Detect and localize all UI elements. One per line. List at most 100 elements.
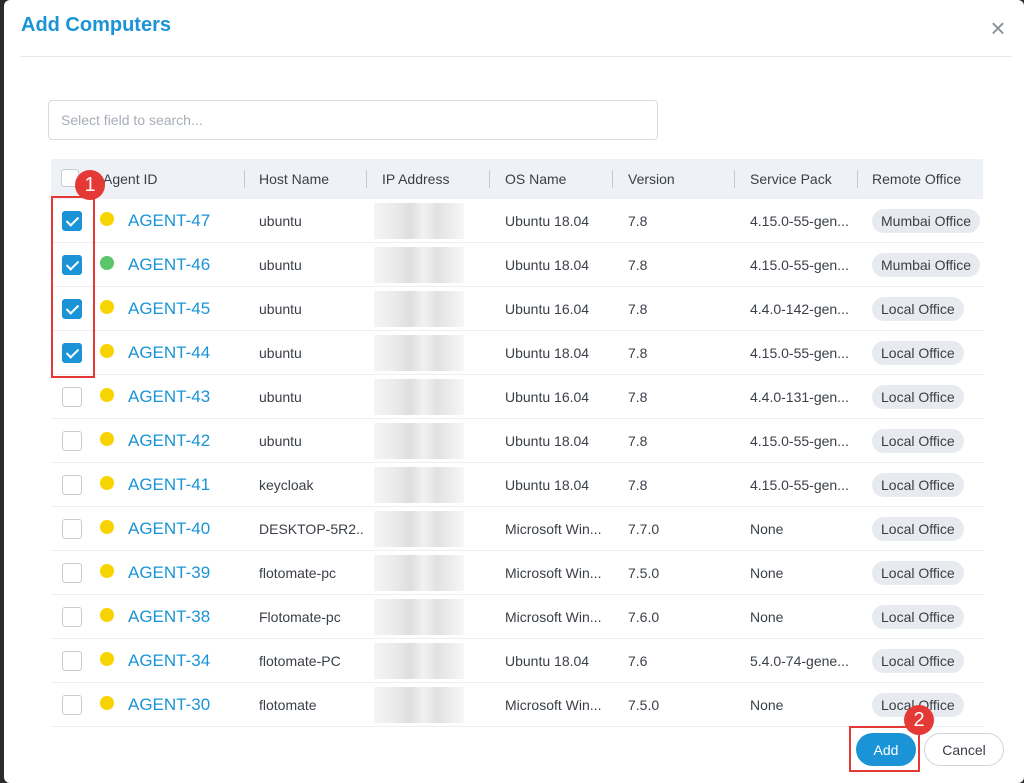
status-dot-icon [100,300,114,314]
agent-id-link[interactable]: AGENT-30 [128,683,210,727]
service-pack-cell: 4.4.0-131-gen... [750,389,849,405]
cancel-button[interactable]: Cancel [924,733,1004,766]
os-name-cell: Ubuntu 18.04 [505,477,590,493]
table-row[interactable]: AGENT-47 ubuntu Ubuntu 18.04 7.8 4.15.0-55-g… [51,199,983,243]
status-dot-icon [100,696,114,710]
col-os-name[interactable]: OS Name [505,159,566,199]
agent-id-link[interactable]: AGENT-39 [128,551,210,595]
version-cell: 7.8 [628,345,648,361]
host-name-cell: ubuntu [259,257,302,273]
table-body: AGENT-47 ubuntu Ubuntu 18.04 7.8 4.15.0-55-g… [51,199,983,727]
status-dot-icon [100,212,114,226]
table-row[interactable]: AGENT-30 flotomate Microsoft Win... 7.5.0 No… [51,683,983,727]
agent-id-link[interactable]: AGENT-47 [128,199,210,243]
os-name-cell: Ubuntu 16.04 [505,301,590,317]
ip-address-redacted [374,379,464,415]
version-cell: 7.8 [628,213,648,229]
remote-office-badge: Local Office [872,429,964,453]
host-name-cell: DESKTOP-5R2... [259,521,364,537]
status-dot-icon [100,432,114,446]
service-pack-cell: 4.15.0-55-gen... [750,345,849,361]
service-pack-cell: 4.4.0-142-gen... [750,301,849,317]
computers-table: Agent ID Host Name IP Address OS Name Ve… [51,159,983,727]
remote-office-badge: Local Office [872,341,964,365]
row-checkbox[interactable] [62,607,82,627]
table-row[interactable]: AGENT-46 ubuntu Ubuntu 18.04 7.8 4.15.0-55-g… [51,243,983,287]
service-pack-cell: 5.4.0-74-gene... [750,653,849,669]
header-divider [20,56,1012,57]
table-row[interactable]: AGENT-44 ubuntu Ubuntu 18.04 7.8 4.15.0-55-g… [51,331,983,375]
version-cell: 7.6.0 [628,609,660,625]
add-computers-dialog: Add Computers × Agent ID Host Name IP Ad… [4,0,1024,783]
table-row[interactable]: AGENT-45 ubuntu Ubuntu 16.04 7.8 4.4.0-142-g… [51,287,983,331]
agent-id-link[interactable]: AGENT-38 [128,595,210,639]
remote-office-badge: Local Office [872,473,964,497]
column-divider [366,170,367,188]
version-cell: 7.8 [628,477,648,493]
add-button[interactable]: Add [856,733,916,766]
row-checkbox[interactable] [62,387,82,407]
col-host-name[interactable]: Host Name [259,159,329,199]
host-name-cell: ubuntu [259,345,302,361]
row-checkbox[interactable] [62,651,82,671]
ip-address-redacted [374,511,464,547]
status-dot-icon [100,608,114,622]
table-header: Agent ID Host Name IP Address OS Name Ve… [51,159,983,199]
service-pack-cell: 4.15.0-55-gen... [750,257,849,273]
ip-address-redacted [374,467,464,503]
dialog-header: Add Computers × [4,0,1024,56]
table-row[interactable]: AGENT-39 flotomate-pc Microsoft Win... 7.5.… [51,551,983,595]
column-divider [734,170,735,188]
status-dot-icon [100,520,114,534]
col-agent-id[interactable]: Agent ID [103,159,157,199]
service-pack-cell: 4.15.0-55-gen... [750,477,849,493]
agent-id-link[interactable]: AGENT-44 [128,331,210,375]
os-name-cell: Ubuntu 16.04 [505,389,590,405]
annotation-highlight-checkboxes [51,196,95,378]
close-icon[interactable]: × [988,15,1008,41]
table-row[interactable]: AGENT-41 keycloak Ubuntu 18.04 7.8 4.15.0-55… [51,463,983,507]
annotation-badge-1: 1 [75,170,105,200]
remote-office-badge: Local Office [872,561,964,585]
remote-office-badge: Local Office [872,385,964,409]
table-row[interactable]: AGENT-34 flotomate-PC Ubuntu 18.04 7.6 5.4.0… [51,639,983,683]
table-row[interactable]: AGENT-40 DESKTOP-5R2... Microsoft Win... 7.… [51,507,983,551]
host-name-cell: flotomate-pc [259,565,337,581]
os-name-cell: Ubuntu 18.04 [505,653,590,669]
table-row[interactable]: AGENT-42 ubuntu Ubuntu 18.04 7.8 4.15.0-55-g… [51,419,983,463]
host-name-cell: keycloak [259,477,314,493]
row-checkbox[interactable] [62,475,82,495]
os-name-cell: Ubuntu 18.04 [505,213,590,229]
row-checkbox[interactable] [62,695,82,715]
row-checkbox[interactable] [62,431,82,451]
agent-id-link[interactable]: AGENT-46 [128,243,210,287]
version-cell: 7.8 [628,389,648,405]
version-cell: 7.8 [628,433,648,449]
service-pack-cell: None [750,697,784,713]
dialog-title: Add Computers [21,14,171,36]
annotation-badge-2: 2 [904,705,934,735]
remote-office-badge: Local Office [872,297,964,321]
agent-id-link[interactable]: AGENT-34 [128,639,210,683]
row-checkbox[interactable] [62,519,82,539]
col-version[interactable]: Version [628,159,675,199]
os-name-cell: Microsoft Win... [505,565,602,581]
col-service-pack[interactable]: Service Pack [750,159,832,199]
status-dot-icon [100,652,114,666]
row-checkbox[interactable] [62,563,82,583]
col-remote-office[interactable]: Remote Office [872,159,961,199]
agent-id-link[interactable]: AGENT-43 [128,375,210,419]
agent-id-link[interactable]: AGENT-42 [128,419,210,463]
agent-id-link[interactable]: AGENT-41 [128,463,210,507]
agent-id-link[interactable]: AGENT-45 [128,287,210,331]
version-cell: 7.8 [628,301,648,317]
version-cell: 7.5.0 [628,697,660,713]
search-input[interactable] [48,100,658,140]
host-name-cell: Flotomate-pc [259,609,341,625]
ip-address-redacted [374,247,464,283]
agent-id-link[interactable]: AGENT-40 [128,507,210,551]
table-row[interactable]: AGENT-38 Flotomate-pc Microsoft Win... 7.6.… [51,595,983,639]
table-row[interactable]: AGENT-43 ubuntu Ubuntu 16.04 7.8 4.4.0-131-g… [51,375,983,419]
col-ip-address[interactable]: IP Address [382,159,449,199]
service-pack-cell: None [750,609,784,625]
